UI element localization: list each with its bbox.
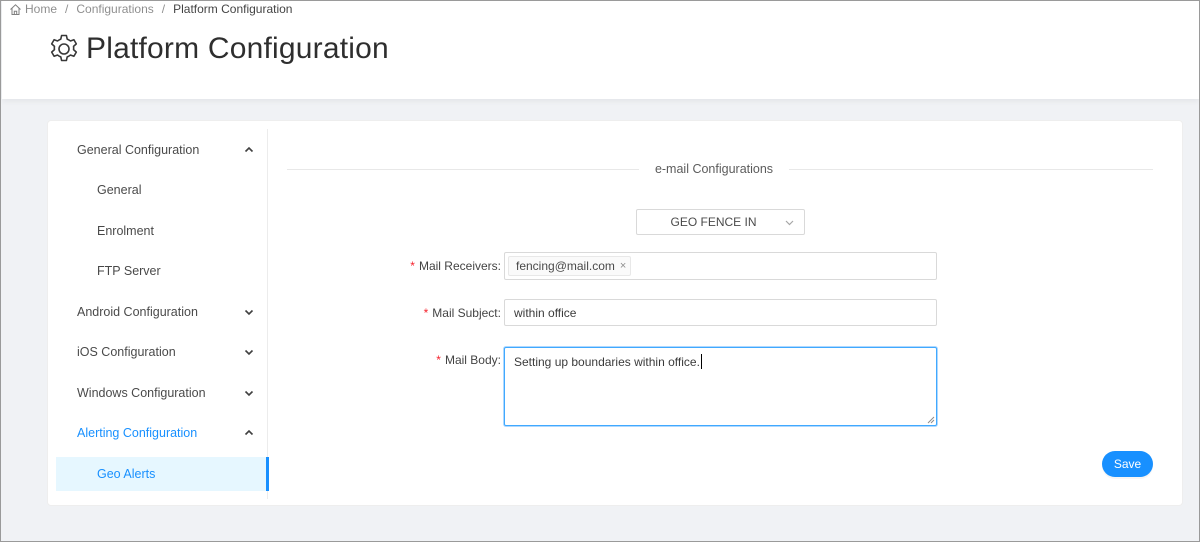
chevron-down-icon — [784, 217, 795, 228]
breadcrumb-separator: / — [161, 2, 166, 16]
sidebar-item-label: Alerting Configuration — [77, 426, 198, 440]
required-mark: * — [410, 259, 415, 273]
sidebar-item-label: General Configuration — [77, 143, 200, 157]
text-cursor — [700, 354, 703, 369]
mail-body-value: Setting up boundaries within office. — [514, 354, 703, 369]
required-mark: * — [436, 353, 441, 367]
mail-body-label: * Mail Body: — [436, 353, 501, 367]
save-button[interactable]: Save — [1102, 451, 1153, 477]
sidebar-item-windows-configuration[interactable]: Windows Configuration — [56, 376, 268, 410]
sidebar-item-general[interactable]: General — [56, 173, 268, 207]
sidebar-item-general-configuration[interactable]: General Configuration — [56, 133, 268, 167]
sidebar-item-label: Geo Alerts — [97, 467, 156, 481]
required-mark: * — [423, 306, 429, 320]
section-divider — [287, 169, 639, 170]
resize-handle-icon[interactable] — [926, 415, 935, 424]
sidebar-item-ios-configuration[interactable]: iOS Configuration — [56, 335, 268, 369]
mail-subject-input[interactable]: within office — [504, 299, 937, 326]
email-configuration-panel: e-mail Configurations GEO FENCE IN * Mail… — [269, 121, 1182, 505]
sidebar-item-enrolment[interactable]: Enrolment — [56, 214, 268, 248]
page-header: Home / Configurations / Platform Configu… — [2, 1, 1199, 99]
receiver-tag: fencing@mail.com × — [508, 256, 632, 276]
sidebar-item-android-configuration[interactable]: Android Configuration — [56, 295, 268, 329]
page-title: Platform Configuration — [86, 32, 389, 65]
alert-type-select[interactable]: GEO FENCE IN — [636, 209, 805, 235]
gear-icon — [48, 33, 80, 65]
breadcrumb-configurations-link[interactable]: Configurations — [76, 2, 153, 16]
chevron-down-icon — [242, 345, 256, 359]
app-frame: Home / Configurations / Platform Configu… — [0, 0, 1200, 542]
mail-receivers-input[interactable]: fencing@mail.com × — [504, 252, 937, 280]
mail-subject-value: within office — [514, 306, 577, 320]
configuration-card: General Configuration General Enrolment … — [47, 120, 1183, 506]
chevron-down-icon — [242, 305, 256, 319]
sidebar-menu: General Configuration General Enrolment … — [56, 129, 269, 499]
alert-type-value: GEO FENCE IN — [670, 215, 757, 229]
mail-receivers-label: * Mail Receivers: — [410, 259, 501, 273]
breadcrumb: Home / Configurations / Platform Configu… — [9, 2, 292, 16]
sidebar-item-alerting-configuration[interactable]: Alerting Configuration — [56, 416, 268, 450]
chevron-down-icon — [242, 386, 256, 400]
breadcrumb-separator: / — [65, 2, 69, 16]
sidebar-item-label: Android Configuration — [77, 305, 198, 319]
breadcrumb-home-link[interactable]: Home — [25, 2, 57, 16]
sidebar-item-label: General — [97, 183, 142, 197]
sidebar-item-label: Enrolment — [97, 224, 154, 238]
sidebar-item-geo-alerts[interactable]: Geo Alerts — [56, 457, 269, 491]
close-icon[interactable]: × — [620, 260, 626, 272]
sidebar-item-label: iOS Configuration — [77, 345, 176, 359]
title-row: Platform Configuration — [48, 31, 389, 67]
sidebar-item-label: Windows Configuration — [77, 386, 206, 400]
sidebar-item-ftp-server[interactable]: FTP Server — [56, 254, 268, 288]
mail-body-textarea[interactable]: Setting up boundaries within office. — [504, 347, 937, 426]
mail-subject-label: * Mail Subject: — [423, 306, 501, 320]
home-icon[interactable] — [9, 3, 22, 16]
sidebar-item-label: FTP Server — [97, 264, 161, 278]
chevron-up-icon — [242, 426, 256, 440]
breadcrumb-current: Platform Configuration — [173, 2, 293, 16]
section-divider — [789, 169, 1153, 170]
section-title: e-mail Configurations — [654, 162, 774, 176]
chevron-up-icon — [242, 143, 256, 157]
